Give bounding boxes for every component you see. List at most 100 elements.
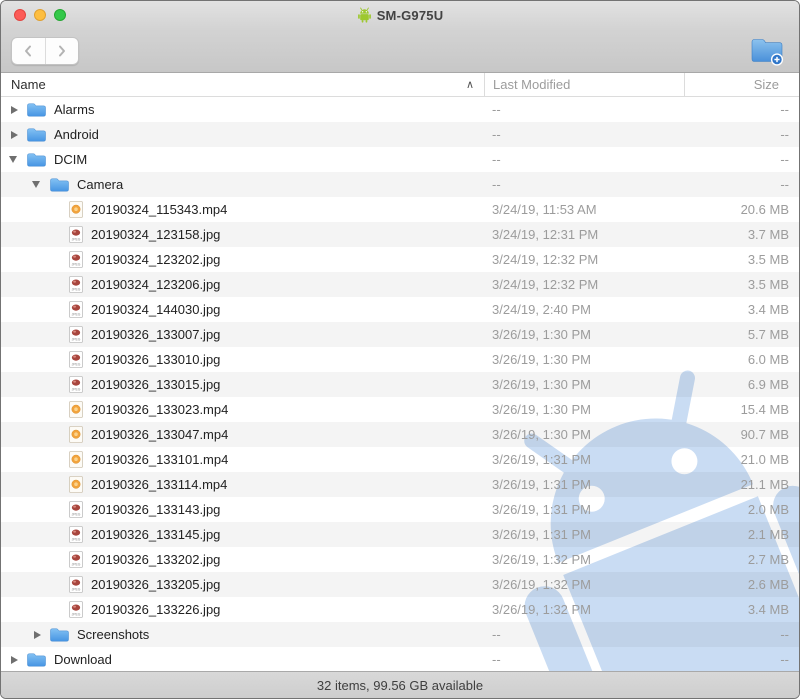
last-modified-cell: -- (492, 627, 501, 642)
status-bar: 32 items, 99.56 GB available (1, 671, 799, 698)
disclosure-triangle-collapsed[interactable] (9, 130, 27, 139)
svg-text:JPEG: JPEG (72, 513, 81, 517)
table-row[interactable]: DCIM -- -- (1, 147, 799, 172)
table-row[interactable]: Camera -- -- (1, 172, 799, 197)
table-row[interactable]: JPEG 20190326_133202.jpg 3/26/19, 1:32 P… (1, 547, 799, 572)
file-name-label: DCIM (54, 152, 88, 167)
folder-icon (27, 103, 46, 117)
last-modified-cell: -- (492, 127, 501, 142)
column-header-size[interactable]: Size (684, 73, 799, 96)
jpeg-file-icon: JPEG (69, 576, 83, 593)
disclosure-triangle-collapsed[interactable] (9, 655, 27, 664)
size-cell: 3.4 MB (747, 302, 789, 317)
name-cell: Download (1, 647, 484, 671)
size-cell: -- (780, 102, 789, 117)
last-modified-cell: 3/26/19, 1:30 PM (492, 352, 592, 367)
last-modified-cell: 3/24/19, 2:40 PM (492, 302, 592, 317)
table-row[interactable]: JPEG 20190324_123158.jpg 3/24/19, 12:31 … (1, 222, 799, 247)
back-button[interactable] (12, 38, 45, 64)
table-row[interactable]: JPEG 20190326_133010.jpg 3/26/19, 1:30 P… (1, 347, 799, 372)
size-cell: -- (780, 127, 789, 142)
name-cell: JPEG 20190324_123158.jpg (1, 222, 484, 247)
name-cell: JPEG 20190324_123202.jpg (1, 247, 484, 272)
status-text: 32 items, 99.56 GB available (316, 677, 484, 693)
svg-text:JPEG: JPEG (72, 338, 81, 342)
jpeg-file-icon: JPEG (69, 601, 83, 618)
last-modified-cell: -- (492, 177, 501, 192)
name-cell: JPEG 20190324_144030.jpg (1, 297, 484, 322)
mp4-file-icon (69, 401, 83, 418)
file-name-label: 20190326_133145.jpg (91, 527, 221, 542)
table-row[interactable]: 20190326_133023.mp4 3/26/19, 1:30 PM 15.… (1, 397, 799, 422)
size-cell: -- (780, 627, 789, 642)
jpeg-file-icon: JPEG (69, 376, 83, 393)
size-cell: 15.4 MB (740, 402, 789, 417)
mp4-file-icon (69, 451, 83, 468)
table-row[interactable]: JPEG 20190326_133007.jpg 3/26/19, 1:30 P… (1, 322, 799, 347)
name-cell: 20190326_133023.mp4 (1, 397, 484, 422)
close-button[interactable] (14, 9, 26, 21)
table-row[interactable]: 20190324_115343.mp4 3/24/19, 11:53 AM 20… (1, 197, 799, 222)
disclosure-triangle-expanded[interactable] (32, 181, 50, 188)
table-row[interactable]: Screenshots -- -- (1, 622, 799, 647)
table-row[interactable]: Android -- -- (1, 122, 799, 147)
name-cell: JPEG 20190326_133007.jpg (1, 322, 484, 347)
last-modified-cell: 3/24/19, 11:53 AM (492, 202, 597, 217)
name-cell: 20190326_133101.mp4 (1, 447, 484, 472)
last-modified-cell: 3/26/19, 1:31 PM (492, 527, 592, 542)
table-row[interactable]: 20190326_133047.mp4 3/26/19, 1:30 PM 90.… (1, 422, 799, 447)
disclosure-triangle-collapsed[interactable] (32, 630, 50, 639)
column-header-modified-label: Last Modified (493, 77, 571, 92)
table-row[interactable]: JPEG 20190324_123202.jpg 3/24/19, 12:32 … (1, 247, 799, 272)
new-folder-button[interactable] (749, 36, 785, 66)
svg-text:JPEG: JPEG (72, 538, 81, 542)
table-row[interactable]: Alarms -- -- (1, 97, 799, 122)
name-cell: 20190326_133114.mp4 (1, 472, 484, 497)
folder-plus-icon (751, 39, 784, 66)
jpeg-file-icon: JPEG (69, 301, 83, 318)
last-modified-cell: 3/24/19, 12:32 PM (492, 277, 599, 292)
forward-button[interactable] (44, 38, 79, 64)
table-row[interactable]: 20190326_133114.mp4 3/26/19, 1:31 PM 21.… (1, 472, 799, 497)
file-name-label: Camera (77, 177, 124, 192)
file-name-label: 20190326_133205.jpg (91, 577, 221, 592)
file-name-label: 20190324_144030.jpg (91, 302, 221, 317)
table-row[interactable]: JPEG 20190324_144030.jpg 3/24/19, 2:40 P… (1, 297, 799, 322)
minimize-button[interactable] (34, 9, 46, 21)
folder-icon (50, 628, 69, 642)
size-cell: 2.0 MB (747, 502, 789, 517)
file-name-label: 20190326_133023.mp4 (91, 402, 229, 417)
zoom-button[interactable] (54, 9, 66, 21)
name-cell: DCIM (1, 147, 484, 172)
mp4-file-icon (69, 426, 83, 443)
size-cell: 2.1 MB (747, 527, 789, 542)
last-modified-cell: 3/26/19, 1:32 PM (492, 602, 592, 617)
disclosure-triangle-expanded[interactable] (9, 156, 27, 163)
last-modified-cell: 3/26/19, 1:30 PM (492, 427, 592, 442)
chevron-right-icon (58, 45, 65, 57)
jpeg-file-icon: JPEG (69, 501, 83, 518)
table-row[interactable]: JPEG 20190324_123206.jpg 3/24/19, 12:32 … (1, 272, 799, 297)
disclosure-triangle-collapsed[interactable] (9, 105, 27, 114)
table-row[interactable]: JPEG 20190326_133145.jpg 3/26/19, 1:31 P… (1, 522, 799, 547)
size-cell: 3.7 MB (747, 227, 789, 242)
svg-text:JPEG: JPEG (72, 263, 81, 267)
table-row[interactable]: 20190326_133101.mp4 3/26/19, 1:31 PM 21.… (1, 447, 799, 472)
table-row[interactable]: Download -- -- (1, 647, 799, 671)
column-header-row: Name ∧ Last Modified Size (1, 73, 799, 97)
last-modified-cell: 3/24/19, 12:32 PM (492, 252, 599, 267)
table-row[interactable]: JPEG 20190326_133205.jpg 3/26/19, 1:32 P… (1, 572, 799, 597)
file-name-label: 20190324_123202.jpg (91, 252, 221, 267)
last-modified-cell: -- (492, 152, 501, 167)
table-row[interactable]: JPEG 20190326_133226.jpg 3/26/19, 1:32 P… (1, 597, 799, 622)
title-bar[interactable]: SM-G975U (1, 1, 799, 29)
file-table-body: Alarms -- -- Android -- -- DCIM -- -- Ca… (1, 97, 799, 671)
column-header-name[interactable]: Name ∧ (1, 73, 484, 96)
name-cell: Android (1, 122, 484, 147)
table-row[interactable]: JPEG 20190326_133015.jpg 3/26/19, 1:30 P… (1, 372, 799, 397)
column-header-last-modified[interactable]: Last Modified (484, 73, 684, 96)
file-name-label: 20190326_133047.mp4 (91, 427, 229, 442)
name-cell: JPEG 20190324_123206.jpg (1, 272, 484, 297)
table-row[interactable]: JPEG 20190326_133143.jpg 3/26/19, 1:31 P… (1, 497, 799, 522)
svg-text:JPEG: JPEG (72, 313, 81, 317)
